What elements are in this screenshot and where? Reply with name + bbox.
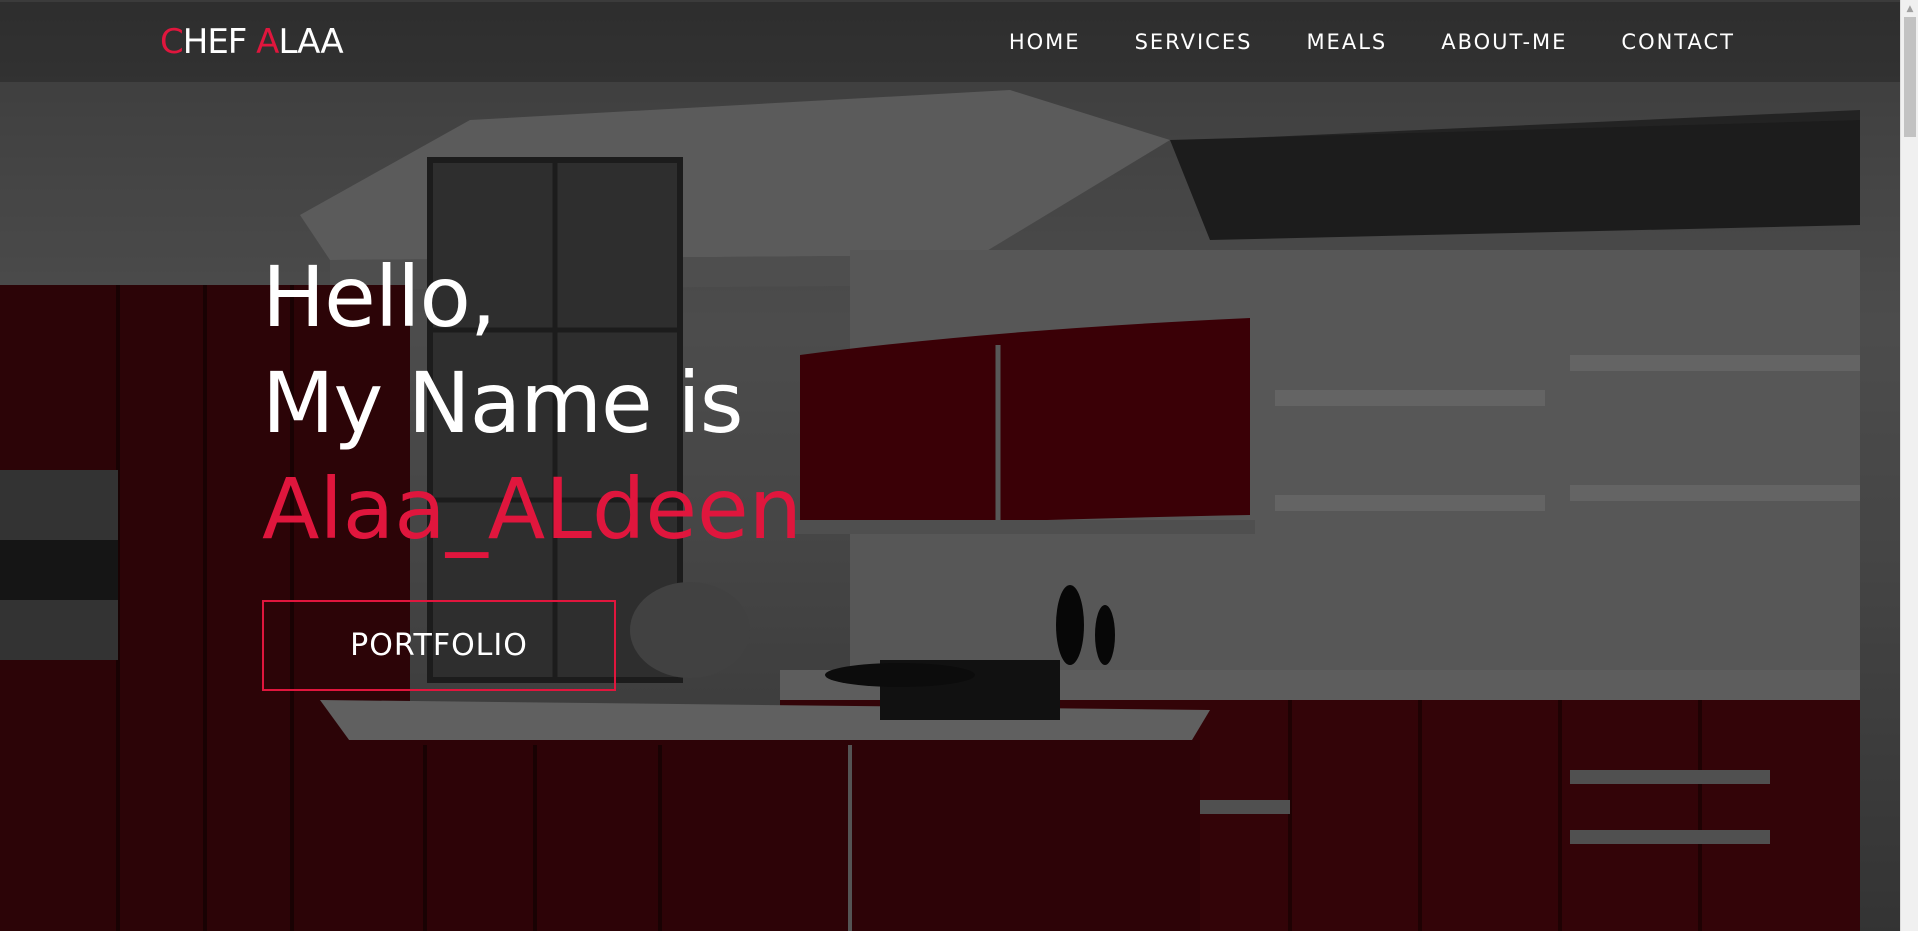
scroll-up-arrow-icon[interactable]: ▲: [1901, 0, 1918, 17]
hero-greeting: Hello,: [262, 248, 497, 346]
main-nav: HOME SERVICES MEALS ABOUT-ME CONTACT: [955, 30, 1735, 54]
logo-letter-a: A: [256, 22, 279, 62]
nav-link-contact[interactable]: CONTACT: [1621, 30, 1735, 54]
brand-logo[interactable]: CHEF ALAA: [160, 22, 344, 62]
hero-name: Alaa_ALdeen: [262, 460, 802, 558]
logo-text-hef: HEF: [182, 22, 257, 62]
page-viewport: CHEF ALAA HOME SERVICES MEALS ABOUT-ME C…: [0, 0, 1900, 931]
nav-link-meals[interactable]: MEALS: [1306, 30, 1387, 54]
nav-link-about-me[interactable]: ABOUT-ME: [1441, 30, 1567, 54]
scrollbar-thumb[interactable]: [1904, 17, 1916, 137]
navbar: CHEF ALAA HOME SERVICES MEALS ABOUT-ME C…: [0, 2, 1900, 82]
logo-letter-c: C: [160, 22, 184, 62]
logo-text-laa: LAA: [278, 22, 343, 62]
portfolio-button[interactable]: PORTFOLIO: [262, 600, 616, 691]
hero-heading: Hello, My Name is Alaa_ALdeen: [262, 244, 802, 562]
nav-link-services[interactable]: SERVICES: [1135, 30, 1253, 54]
hero-intro: My Name is: [262, 354, 744, 452]
vertical-scrollbar[interactable]: ▲: [1900, 0, 1918, 931]
nav-link-home[interactable]: HOME: [1009, 30, 1081, 54]
